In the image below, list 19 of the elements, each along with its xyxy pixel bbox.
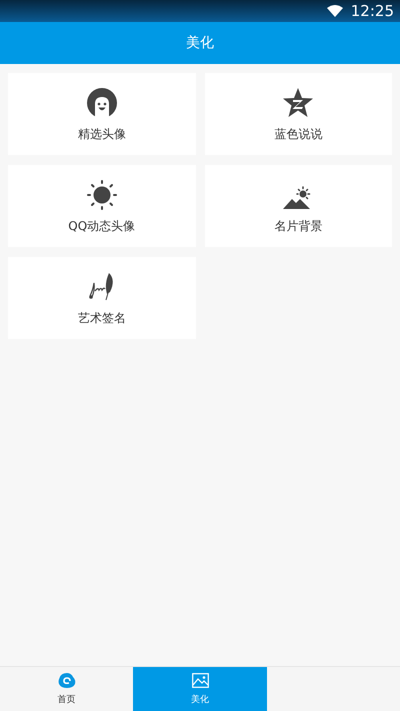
feature-card[interactable]: 蓝色说说: [204, 73, 392, 155]
screen-title: 美化: [186, 34, 214, 52]
feature-card[interactable]: QQ动态头像: [8, 165, 196, 247]
nav-tab[interactable]: 首页: [0, 667, 133, 711]
feature-label: 艺术签名: [78, 310, 126, 326]
feature-label: 蓝色说说: [274, 126, 322, 142]
sun-icon: [86, 180, 117, 210]
feature-label: QQ动态头像: [68, 218, 136, 234]
feature-card[interactable]: 艺术签名: [8, 257, 196, 339]
feature-label: 精选头像: [78, 126, 126, 142]
avatar-icon: [86, 88, 117, 118]
star-icon: [282, 88, 314, 118]
swirl-icon: [58, 672, 76, 688]
feature-label: 名片背景: [274, 218, 322, 234]
feature-card[interactable]: 精选头像: [8, 73, 196, 155]
wifi-icon: [326, 5, 343, 17]
image-icon: [192, 672, 208, 688]
clock: 12:25: [350, 2, 394, 20]
feature-card[interactable]: 名片背景: [204, 165, 392, 247]
